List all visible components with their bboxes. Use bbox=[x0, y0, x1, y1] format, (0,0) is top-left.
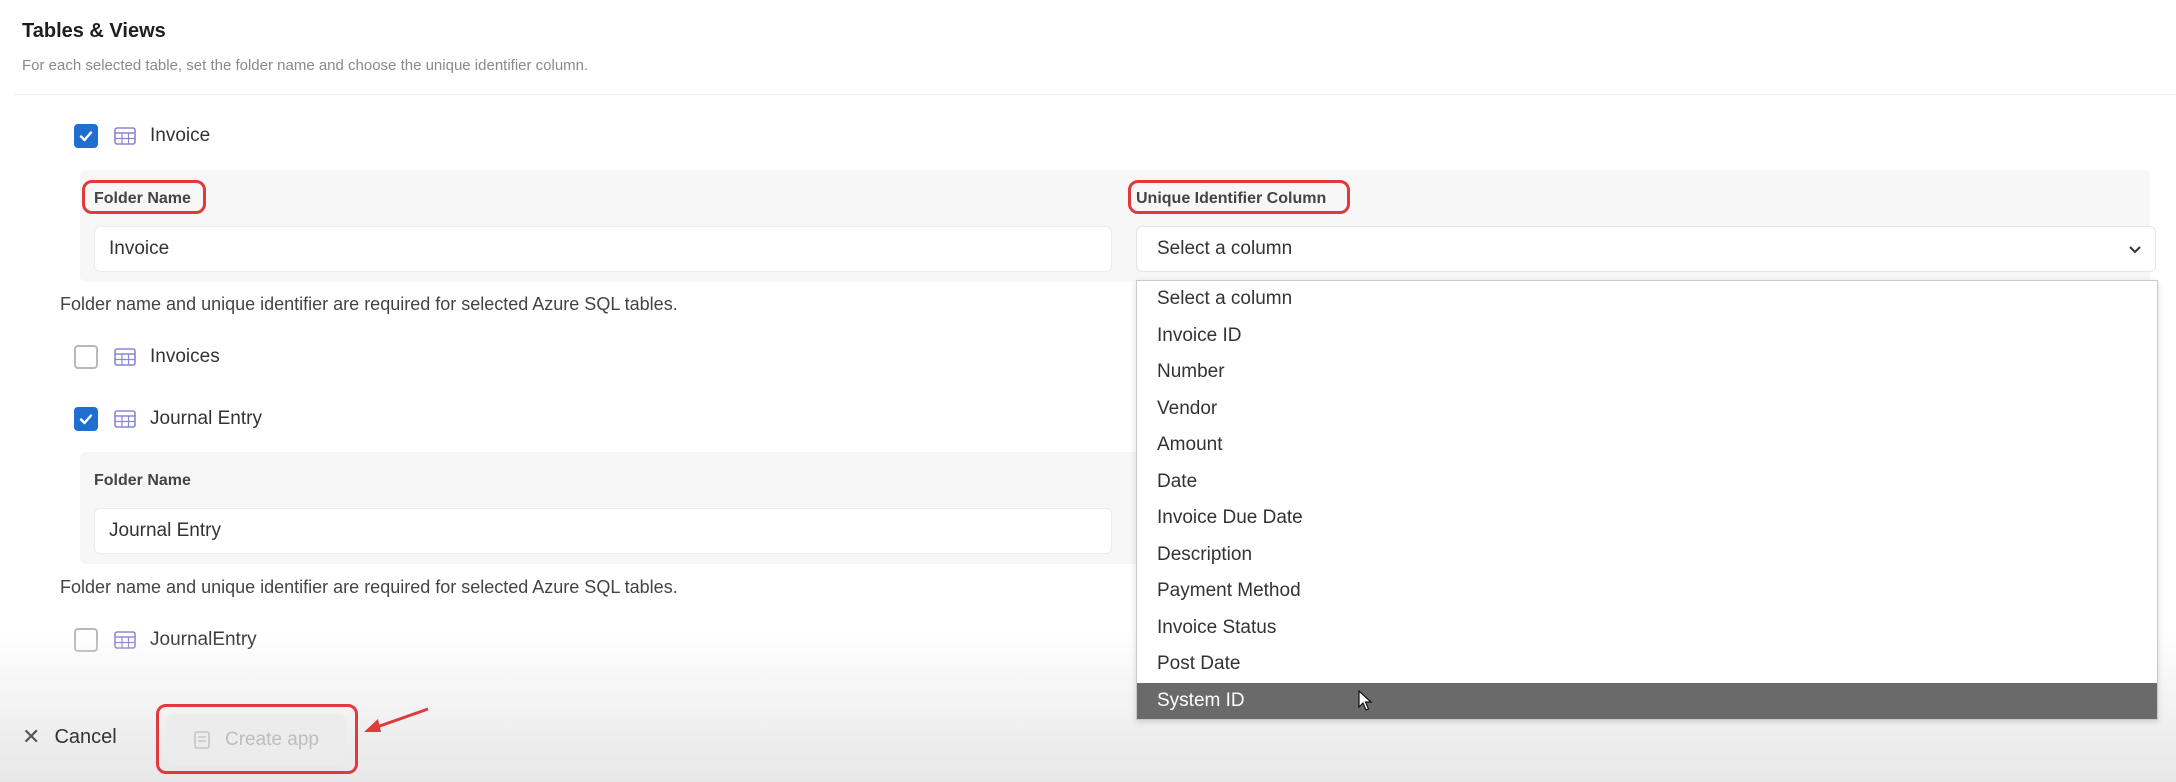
unique-identifier-select[interactable]: Select a column bbox=[1136, 226, 2156, 272]
divider bbox=[14, 94, 2176, 95]
section-header: Tables & Views For each selected table, … bbox=[22, 20, 588, 74]
select-value: Select a column bbox=[1157, 238, 1293, 259]
annotation-highlight-folder bbox=[82, 180, 206, 214]
table-icon bbox=[114, 631, 136, 649]
folder-name-input[interactable]: Invoice bbox=[94, 226, 1112, 272]
cancel-button[interactable]: ✕ Cancel bbox=[22, 724, 117, 750]
dropdown-option[interactable]: Vendor bbox=[1137, 391, 2157, 428]
table-icon bbox=[114, 410, 136, 428]
table-label: Journal Entry bbox=[150, 408, 262, 429]
validation-message: Folder name and unique identifier are re… bbox=[60, 294, 678, 314]
annotation-arrow-icon bbox=[364, 707, 429, 732]
table-label: Invoices bbox=[150, 346, 220, 367]
validation-message: Folder name and unique identifier are re… bbox=[60, 577, 678, 597]
chevron-down-icon bbox=[2129, 246, 2141, 254]
annotation-highlight-uid bbox=[1128, 180, 1350, 214]
column-dropdown-list[interactable]: Select a column Invoice ID Number Vendor… bbox=[1136, 280, 2158, 720]
table-row-invoice[interactable]: Invoice bbox=[74, 124, 210, 148]
dropdown-option[interactable]: Amount bbox=[1137, 427, 2157, 464]
folder-name-input[interactable]: Journal Entry bbox=[94, 508, 1112, 554]
checkbox-invoice[interactable] bbox=[74, 124, 98, 148]
dropdown-option[interactable]: Number bbox=[1137, 354, 2157, 391]
checkbox-journal-entry[interactable] bbox=[74, 407, 98, 431]
check-icon bbox=[79, 414, 93, 425]
checkbox-journalentry[interactable] bbox=[74, 628, 98, 652]
mouse-cursor-icon bbox=[1358, 690, 1373, 711]
dropdown-option[interactable]: Invoice ID bbox=[1137, 318, 2157, 355]
section-subtitle: For each selected table, set the folder … bbox=[22, 57, 589, 74]
cancel-label: Cancel bbox=[54, 725, 117, 748]
table-row-journal-entry[interactable]: Journal Entry bbox=[74, 407, 262, 431]
table-label: Invoice bbox=[150, 125, 211, 146]
annotation-highlight-create bbox=[156, 704, 358, 774]
dropdown-option[interactable]: Select a column bbox=[1137, 281, 2157, 318]
table-row-journalentry[interactable]: JournalEntry bbox=[74, 628, 257, 652]
dropdown-option-highlighted[interactable]: System ID bbox=[1137, 682, 2157, 719]
table-row-invoices[interactable]: Invoices bbox=[74, 345, 220, 369]
table-icon bbox=[114, 348, 136, 366]
close-icon: ✕ bbox=[22, 724, 41, 749]
table-label: JournalEntry bbox=[150, 629, 257, 650]
dropdown-option[interactable]: Description bbox=[1137, 537, 2157, 574]
checkbox-invoices[interactable] bbox=[74, 345, 98, 369]
check-icon bbox=[79, 131, 93, 142]
table-icon bbox=[114, 127, 136, 145]
dropdown-option[interactable]: Date bbox=[1137, 464, 2157, 501]
dropdown-option[interactable]: Post Date bbox=[1137, 646, 2157, 683]
folder-name-label: Folder Name bbox=[94, 472, 191, 489]
dropdown-option[interactable]: Invoice Status bbox=[1137, 610, 2157, 647]
dropdown-option[interactable]: Invoice Due Date bbox=[1137, 500, 2157, 537]
dropdown-option[interactable]: Payment Method bbox=[1137, 573, 2157, 610]
section-title: Tables & Views bbox=[22, 20, 166, 42]
